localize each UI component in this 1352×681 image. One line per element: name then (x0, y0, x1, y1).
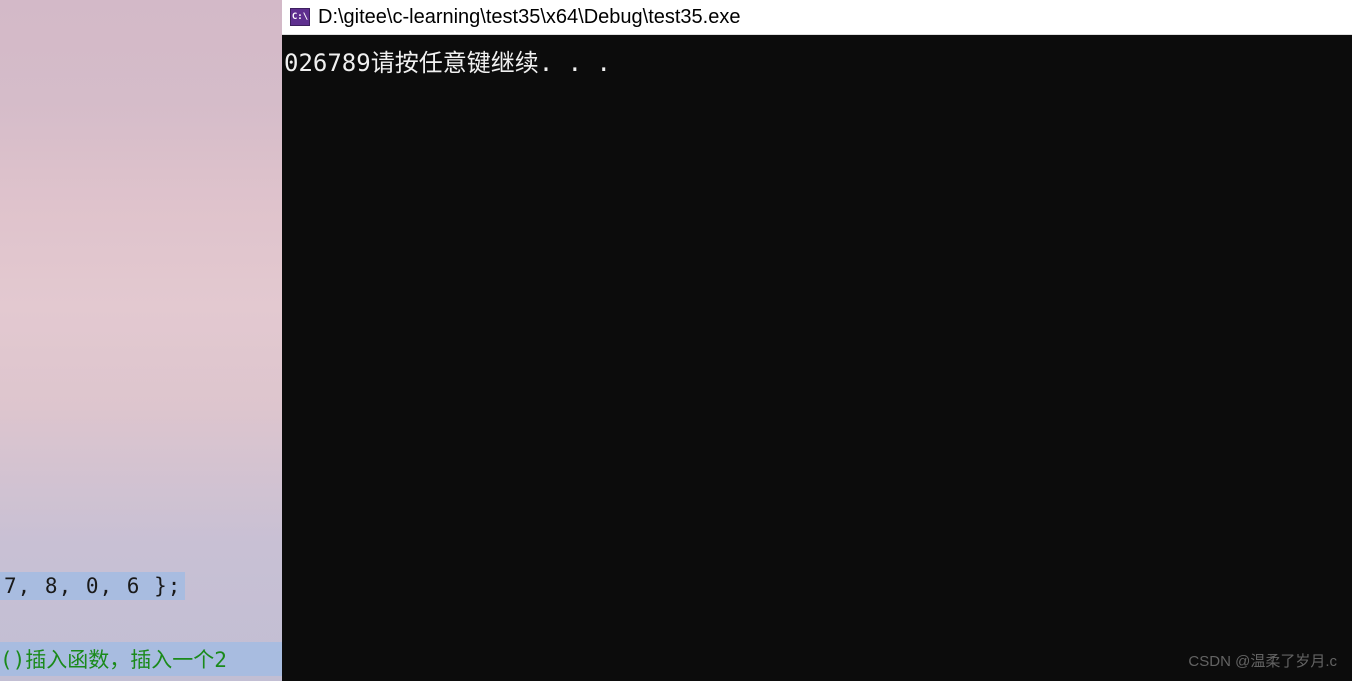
console-window: C:\ D:\gitee\c-learning\test35\x64\Debug… (282, 0, 1352, 681)
console-output-text: 026789请按任意键继续. . . (284, 43, 1350, 78)
code-fragment-array: 7, 8, 0, 6 }; (0, 572, 185, 600)
title-bar[interactable]: C:\ D:\gitee\c-learning\test35\x64\Debug… (282, 0, 1352, 35)
console-body[interactable]: 026789请按任意键继续. . . (282, 35, 1352, 681)
csdn-watermark: CSDN @温柔了岁月.c (1188, 650, 1337, 671)
code-fragment-comment: ()插入函数，插入一个2 (0, 642, 282, 676)
background-gradient: 7, 8, 0, 6 }; ()插入函数，插入一个2 (0, 0, 282, 681)
console-icon: C:\ (290, 8, 310, 26)
window-title: D:\gitee\c-learning\test35\x64\Debug\tes… (318, 6, 740, 29)
